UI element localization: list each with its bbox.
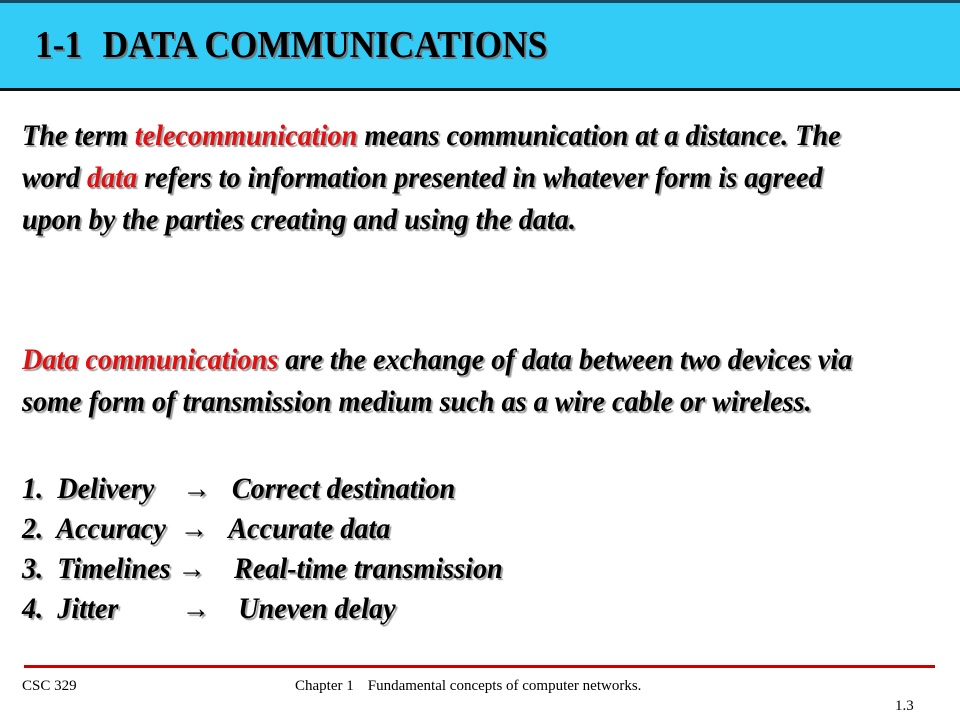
paragraph-1-segment-1: The term — [22, 119, 135, 152]
list-item: 4. Jitter → Uneven delay — [22, 592, 396, 625]
slide-title-band: 1-1 DATA COMMUNICATIONS — [0, 0, 960, 91]
footer-divider — [24, 665, 935, 668]
highlight-telecommunication: telecommunication — [134, 119, 358, 152]
list-item: 1. Delivery → Correct destination — [22, 472, 456, 505]
footer-course-code: CSC 329 — [22, 678, 77, 694]
page-title: 1-1 DATA COMMUNICATIONS — [35, 23, 547, 67]
highlight-data-communications: Data communications — [22, 343, 279, 376]
footer-chapter-info: Chapter 1 Fundamental concepts of compute… — [295, 678, 641, 695]
characteristics-list: 1. Delivery → Correct destination 2. Acc… — [22, 469, 883, 629]
slide-body: The term telecommunication means communi… — [0, 91, 960, 651]
list-item: 3. Timelines → Real-time transmission — [22, 552, 503, 585]
paragraph-data-communications: Data communications are the exchange of … — [22, 339, 883, 423]
highlight-data: data — [87, 161, 138, 194]
paragraph-1-segment-5: refers to information presented in whate… — [22, 161, 823, 236]
page-number: 1.3 — [895, 698, 914, 714]
section-number: 1-1 — [35, 24, 83, 66]
footer-chapter-label: Chapter 1 — [295, 678, 354, 694]
section-title: DATA COMMUNICATIONS — [102, 24, 548, 66]
footer-chapter-title: Fundamental concepts of computer network… — [367, 678, 642, 694]
paragraph-telecommunication: The term telecommunication means communi… — [22, 115, 883, 241]
list-item: 2. Accuracy → Accurate data — [22, 512, 391, 545]
